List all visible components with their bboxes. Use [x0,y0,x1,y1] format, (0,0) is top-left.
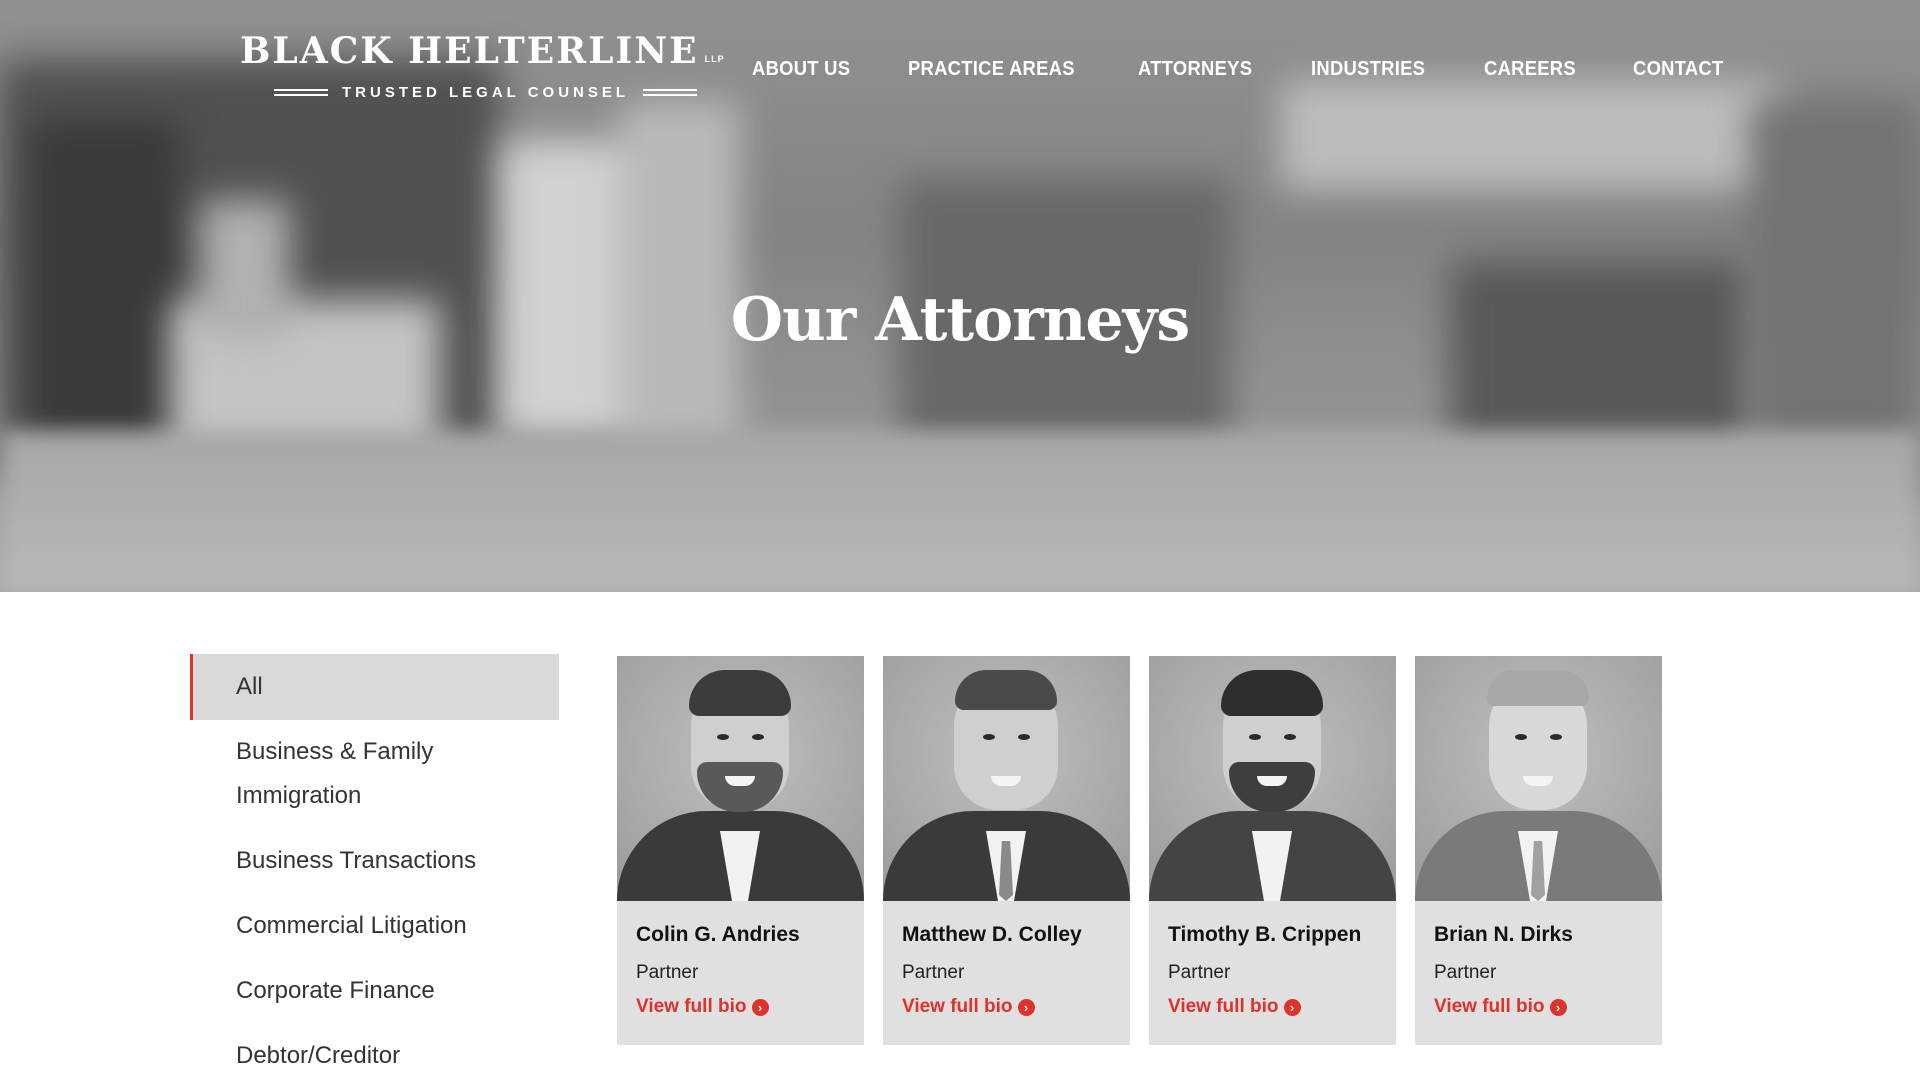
page-title: Our Attorneys [730,285,1190,355]
filter-item-all[interactable]: All [190,654,559,720]
nav-item-careers[interactable]: CAREERS [1484,58,1576,81]
main-nav: ABOUT US PRACTICE AREAS ATTORNEYS INDUST… [752,58,1781,81]
attorney-photo [1149,656,1396,901]
nav-item-attorneys[interactable]: ATTORNEYS [1138,58,1252,81]
view-bio-label: View full bio [1168,996,1279,1017]
nav-item-about-us[interactable]: ABOUT US [752,58,850,81]
attorney-name: Matthew D. Colley [902,923,1082,946]
attorney-name: Colin G. Andries [636,923,800,946]
brand-name: BLACK HELTERLINE [240,30,699,72]
view-bio-label: View full bio [636,996,747,1017]
attorney-card[interactable]: Colin G. Andries Partner View full bio › [617,656,864,1045]
attorney-card[interactable]: Brian N. Dirks Partner View full bio › [1415,656,1662,1045]
view-bio-link[interactable]: View full bio › [1434,996,1567,1018]
brand-tagline: TRUSTED LEGAL COUNSEL [342,84,630,101]
view-bio-link[interactable]: View full bio › [636,996,769,1018]
filter-item-debtor-creditor[interactable]: Debtor/Creditor [190,1034,559,1078]
view-bio-link[interactable]: View full bio › [1168,996,1301,1018]
attorney-name: Timothy B. Crippen [1168,923,1362,946]
attorney-card[interactable]: Matthew D. Colley Partner View full bio … [883,656,1130,1045]
filter-item-business-family-immigration[interactable]: Business & Family Immigration [190,730,490,818]
arrow-circle-right-icon: › [751,998,769,1016]
brand-logo[interactable]: BLACK HELTERLINE LLP TRUSTED LEGAL COUNS… [240,30,730,101]
attorney-role: Partner [1168,962,1231,983]
brand-suffix: LLP [704,54,725,64]
view-bio-label: View full bio [1434,996,1545,1017]
attorney-photo [617,656,864,901]
view-bio-label: View full bio [902,996,1013,1017]
practice-filter-list: All Business & Family Immigration Busine… [190,654,559,1078]
filter-item-business-transactions[interactable]: Business Transactions [190,839,559,883]
nav-item-contact[interactable]: CONTACT [1633,58,1724,81]
filter-item-commercial-litigation[interactable]: Commercial Litigation [190,904,559,948]
tagline-rule-left [274,89,328,96]
nav-item-practice-areas[interactable]: PRACTICE AREAS [908,58,1075,81]
filter-item-corporate-finance[interactable]: Corporate Finance [190,969,559,1013]
attorney-role: Partner [902,962,965,983]
attorney-grid: Colin G. Andries Partner View full bio ›… [617,656,1681,1045]
nav-item-industries[interactable]: INDUSTRIES [1311,58,1425,81]
attorney-role: Partner [1434,962,1497,983]
filter-item-label: Business & Family Immigration [236,738,434,809]
hero-banner: BLACK HELTERLINE LLP TRUSTED LEGAL COUNS… [0,0,1920,592]
tagline-rule-right [643,89,698,96]
arrow-circle-right-icon: › [1549,998,1567,1016]
view-bio-link[interactable]: View full bio › [902,996,1035,1018]
attorney-photo [883,656,1130,901]
attorney-role: Partner [636,962,699,983]
attorney-photo [1415,656,1662,901]
arrow-circle-right-icon: › [1017,998,1035,1016]
attorney-name: Brian N. Dirks [1434,923,1573,946]
arrow-circle-right-icon: › [1283,998,1301,1016]
attorney-card[interactable]: Timothy B. Crippen Partner View full bio… [1149,656,1396,1045]
